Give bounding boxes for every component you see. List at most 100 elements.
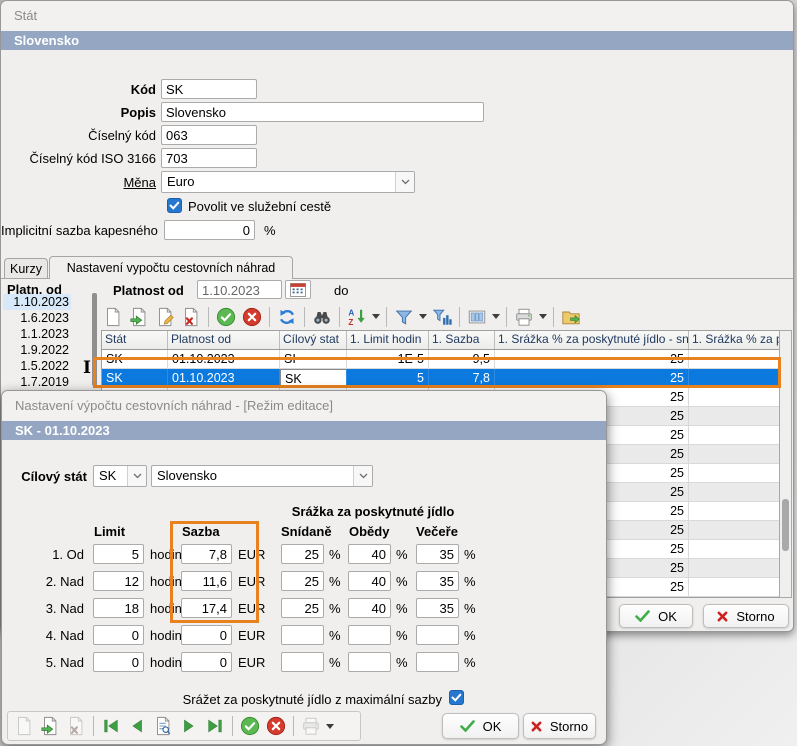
last-record-icon[interactable]: [203, 714, 227, 738]
column-header[interactable]: 1. Limit hodin: [347, 331, 429, 349]
column-header[interactable]: Stát: [102, 331, 168, 349]
table-cell[interactable]: 9,5: [429, 350, 495, 369]
edit-document-icon[interactable]: [153, 305, 177, 329]
table-cell[interactable]: 25: [495, 350, 689, 369]
table-cell[interactable]: [689, 483, 780, 502]
table-cell[interactable]: [689, 388, 780, 407]
chevron-down-icon[interactable]: [395, 172, 414, 192]
modal-ok-button[interactable]: OK: [442, 713, 519, 739]
povolit-checkbox[interactable]: [167, 198, 182, 213]
column-header[interactable]: Platnost od: [168, 331, 280, 349]
modal-storno-button[interactable]: Storno: [523, 713, 596, 739]
kapesne-field[interactable]: 0: [164, 220, 255, 240]
ciselny-kod-field[interactable]: 063: [161, 125, 257, 145]
vecere-field[interactable]: [416, 625, 459, 645]
tab-kurzy[interactable]: Kurzy: [4, 258, 48, 278]
delete-document-icon[interactable]: [179, 305, 203, 329]
vecere-field[interactable]: 35: [416, 598, 459, 618]
table-cell[interactable]: [689, 578, 780, 597]
table-cell[interactable]: [689, 445, 780, 464]
browse-records-icon[interactable]: [151, 714, 175, 738]
tab-nastaveni-nahrad[interactable]: Nastavení vypočtu cestovních náhrad: [49, 256, 293, 279]
limit-field[interactable]: 0: [93, 652, 144, 672]
table-cell[interactable]: 01.10.2023: [168, 350, 280, 369]
next-record-icon[interactable]: [177, 714, 201, 738]
print-icon[interactable]: [512, 305, 536, 329]
table-row[interactable]: SK01.10.2023SI1E-59,525: [102, 350, 780, 369]
copy-document-icon[interactable]: [38, 714, 62, 738]
sazba-field[interactable]: 11,6: [181, 571, 232, 591]
sazba-field[interactable]: 7,8: [181, 544, 232, 564]
sazba-field[interactable]: 17,4: [181, 598, 232, 618]
table-cell[interactable]: [689, 426, 780, 445]
dropdown-caret-icon[interactable]: [491, 305, 501, 329]
mena-combo[interactable]: Euro: [161, 171, 415, 193]
cilovy-stat-name-combo[interactable]: Slovensko: [151, 465, 373, 487]
refresh-icon[interactable]: [275, 305, 299, 329]
table-cell[interactable]: [689, 407, 780, 426]
sazba-field[interactable]: 0: [181, 625, 232, 645]
new-document-icon[interactable]: [12, 714, 36, 738]
iso-field[interactable]: 703: [161, 148, 257, 168]
cancel-icon[interactable]: [264, 714, 288, 738]
confirm-icon[interactable]: [238, 714, 262, 738]
date-list-item[interactable]: 1.5.2022: [3, 358, 71, 374]
column-header[interactable]: 1. Srážka % za poskytnuté jídlo - snídan…: [495, 331, 689, 349]
first-record-icon[interactable]: [99, 714, 123, 738]
obedy-field[interactable]: [348, 652, 391, 672]
obedy-field[interactable]: 40: [348, 544, 391, 564]
table-cell[interactable]: [689, 540, 780, 559]
dropdown-caret-icon[interactable]: [325, 714, 335, 738]
snidane-field[interactable]: 25: [281, 544, 324, 564]
table-cell[interactable]: [689, 350, 780, 369]
table-scrollbar[interactable]: [779, 330, 792, 598]
column-header[interactable]: 1. Sazba: [429, 331, 495, 349]
chevron-down-icon[interactable]: [353, 466, 372, 486]
snidane-field[interactable]: 25: [281, 571, 324, 591]
search-binoculars-icon[interactable]: [310, 305, 334, 329]
main-ok-button[interactable]: OK: [619, 604, 693, 628]
date-list-item[interactable]: 1.6.2023: [3, 310, 71, 326]
calendar-button[interactable]: [285, 280, 311, 299]
main-storno-button[interactable]: Storno: [703, 604, 789, 628]
chevron-down-icon[interactable]: [127, 466, 146, 486]
dropdown-caret-icon[interactable]: [371, 305, 381, 329]
table-cell[interactable]: 01.10.2023: [168, 369, 280, 388]
table-cell[interactable]: SK: [102, 350, 168, 369]
table-cell[interactable]: SK: [280, 369, 347, 388]
kod-field[interactable]: SK: [161, 79, 257, 99]
date-list-item[interactable]: 1.1.2023: [3, 326, 71, 342]
table-cell[interactable]: [689, 559, 780, 578]
column-header[interactable]: 1. Srážka % za pos: [689, 331, 780, 349]
platnost-od-field[interactable]: 1.10.2023: [197, 280, 282, 299]
table-cell[interactable]: 25: [495, 369, 689, 388]
snidane-field[interactable]: 25: [281, 598, 324, 618]
filter-icon[interactable]: [392, 305, 416, 329]
obedy-field[interactable]: 40: [348, 571, 391, 591]
vecere-field[interactable]: 35: [416, 544, 459, 564]
table-cell[interactable]: [689, 464, 780, 483]
table-row[interactable]: SK01.10.2023SK57,825: [102, 369, 780, 388]
export-data-icon[interactable]: [559, 305, 583, 329]
date-list-scrollbar[interactable]: [92, 293, 97, 386]
mena-label[interactable]: Měna: [1, 175, 156, 190]
open-document-icon[interactable]: [127, 305, 151, 329]
vecere-field[interactable]: [416, 652, 459, 672]
table-cell[interactable]: SI: [280, 350, 347, 369]
date-list-item[interactable]: 1.10.2023: [3, 294, 71, 310]
table-cell[interactable]: [689, 369, 780, 388]
new-document-icon[interactable]: [101, 305, 125, 329]
table-cell[interactable]: [689, 502, 780, 521]
dropdown-caret-icon[interactable]: [538, 305, 548, 329]
table-cell[interactable]: [689, 521, 780, 540]
delete-document-icon[interactable]: [64, 714, 88, 738]
table-cell[interactable]: SK: [102, 369, 168, 388]
cilovy-stat-code-combo[interactable]: SK: [93, 465, 147, 487]
filter-settings-icon[interactable]: [430, 305, 454, 329]
columns-icon[interactable]: [465, 305, 489, 329]
snidane-field[interactable]: [281, 625, 324, 645]
table-cell[interactable]: 1E-5: [347, 350, 429, 369]
limit-field[interactable]: 0: [93, 625, 144, 645]
sort-az-icon[interactable]: AZ: [345, 305, 369, 329]
obedy-field[interactable]: [348, 625, 391, 645]
